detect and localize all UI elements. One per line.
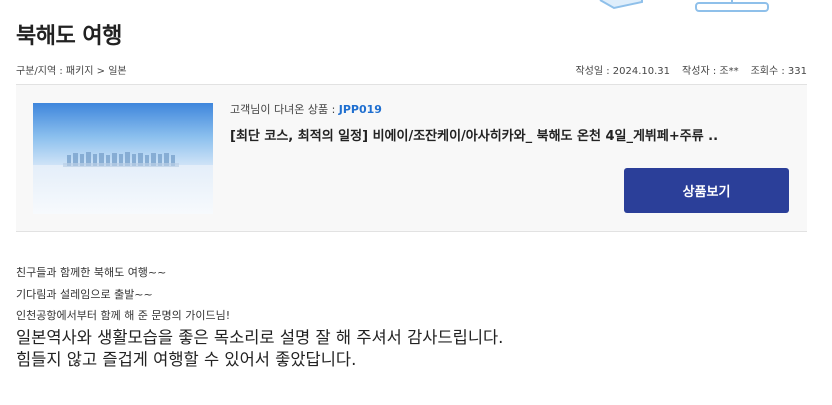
product-thumbnail[interactable]	[33, 103, 213, 214]
post-date: 작성일 : 2024.10.31	[575, 66, 671, 77]
product-name-link[interactable]: [최단 코스, 최적의 일정] 비에이/조잔케이/아사히카와_ 북해도 온천 4…	[230, 125, 791, 144]
snow-landscape-image	[33, 103, 213, 214]
product-code[interactable]: JPP019	[339, 103, 382, 116]
product-code-line: 고객님이 다녀온 상품 : JPP019	[230, 101, 791, 117]
product-card: 고객님이 다녀온 상품 : JPP019 [최단 코스, 최적의 일정] 비에이…	[16, 84, 807, 232]
product-code-label: 고객님이 다녀온 상품 :	[230, 103, 339, 116]
product-info: 고객님이 다녀온 상품 : JPP019 [최단 코스, 최적의 일정] 비에이…	[230, 101, 791, 144]
view-product-button[interactable]: 상품보기	[624, 168, 789, 213]
content-line: 힘들지 않고 즐겁게 여행할 수 있어서 좋았답니다.	[16, 349, 357, 369]
content-line: 일본역사와 생활모습을 좋은 목소리로 설명 잘 해 주셔서 감사드립니다.	[16, 327, 504, 347]
post-content: 친구들과 함께한 북해도 여행~~ 기다림과 설레임으로 출발~~ 인천공항에서…	[16, 262, 807, 371]
page-title: 북해도 여행	[16, 24, 122, 49]
category-breadcrumb: 구분/지역 : 패키지 > 일본	[16, 66, 127, 77]
post-meta: 구분/지역 : 패키지 > 일본 작성일 : 2024.10.31 작성자 : …	[16, 62, 807, 77]
post-author: 작성자 : 조**	[682, 66, 739, 77]
decorative-illustration	[599, 0, 769, 12]
content-line: 친구들과 함께한 북해도 여행~~	[16, 266, 167, 279]
content-line: 기다림과 설레임으로 출발~~	[16, 287, 153, 301]
view-count: 조회수 : 331	[750, 66, 807, 77]
post-stats: 작성일 : 2024.10.31 작성자 : 조** 조회수 : 331	[575, 62, 807, 77]
content-line: 인천공항에서부터 함께 해 준 문명의 가이드님!	[16, 309, 231, 322]
